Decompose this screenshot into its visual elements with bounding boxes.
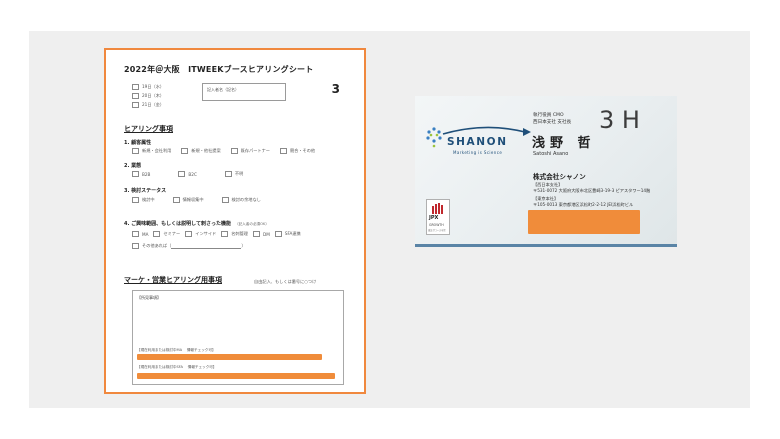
question-4-options: MA セミナー インサイド 名刺管理 DM SFA連携 — [132, 231, 301, 237]
memo-header: 【所見事項】 — [137, 295, 161, 300]
person-name-roman: Satoshi Asano — [533, 151, 569, 157]
checkbox[interactable] — [132, 148, 139, 154]
person-name: 浅野 哲 — [532, 136, 596, 151]
address-tokyo: 〒105-0013 東京都港区浜松町2-2-12 JEI浜松町ビル — [533, 202, 634, 207]
checkbox[interactable] — [181, 148, 189, 154]
checkbox[interactable] — [132, 231, 139, 237]
recorder-name-field[interactable]: 記入者名（記名） — [202, 83, 286, 101]
sheet-number: 3 — [331, 82, 340, 96]
question-4-label: 4. ご興味範囲、もしくは説明して刺さった機能 （記入者の必須OK） — [124, 221, 269, 227]
checkbox[interactable] — [230, 148, 238, 154]
company-name: 株式会社シャノン — [533, 173, 586, 181]
memo-box[interactable]: 【所見事項】 【現在利用または検討中MA 情報チェック可】 【現在利用または検討… — [132, 290, 344, 385]
ma-line-label: 【現在利用または検討中MA 情報チェック可】 — [137, 348, 216, 352]
redaction-bar — [137, 373, 335, 379]
date-checkboxes: 19日（水） 20日（木） 21日（金） — [132, 84, 164, 108]
company-tagline: Marketing is Science — [453, 150, 503, 155]
jpx-badge: JPX GROWTH 東証グロース市場 — [426, 199, 450, 235]
question-1-label: 1. 顧客属性 — [124, 140, 152, 146]
sheet-title: 2022年＠大阪 ITWEEKブースヒアリングシート — [124, 65, 314, 74]
section-marketing-note: 自由記入、もしくは番号に○つけ — [254, 279, 317, 284]
redaction-bar — [137, 354, 322, 360]
checkbox[interactable] — [172, 197, 180, 203]
jpx-logo-icon — [432, 203, 443, 214]
checkbox[interactable] — [221, 231, 229, 237]
jpx-sublabel: GROWTH — [429, 223, 444, 227]
address-osaka: 〒531-0072 大阪府大阪市北区豊崎3-19-3 ピアスタワー14階 — [533, 188, 651, 193]
question-4-other: その他あれば（ ） — [132, 243, 246, 249]
checkbox[interactable] — [132, 197, 139, 203]
company-logo-text: SHANON — [447, 136, 508, 148]
checkbox[interactable] — [132, 243, 139, 249]
section-hearing-title: ヒアリング事項 — [124, 125, 173, 133]
jpx-market-label: 東証グロース市場 — [428, 229, 446, 232]
checkbox[interactable] — [221, 197, 229, 203]
checkbox[interactable] — [224, 171, 232, 177]
checkbox[interactable] — [153, 231, 161, 237]
question-3-label: 3. 検討ステータス — [124, 188, 167, 194]
other-input-line[interactable] — [171, 244, 242, 249]
person-department: 西日本支社 支社長 — [533, 120, 572, 125]
checkbox[interactable] — [185, 231, 193, 237]
hearing-sheet-document[interactable]: 2022年＠大阪 ITWEEKブースヒアリングシート 3 19日（水） 20日（… — [104, 48, 366, 394]
person-title: 執行役員 CMO — [533, 113, 564, 118]
business-card-photo[interactable]: SHANON Marketing is Science 執行役員 CMO 西日本… — [415, 96, 677, 247]
checkbox[interactable] — [132, 84, 139, 90]
checkbox[interactable] — [274, 231, 282, 237]
question-2-options: B2B B2C 不明 — [132, 171, 243, 177]
question-2-label: 2. 業態 — [124, 163, 142, 169]
checkbox[interactable] — [279, 148, 287, 154]
redaction-block — [528, 210, 640, 234]
sfa-line-label: 【現在利用または検討中SFA 情報チェック可】 — [137, 365, 217, 369]
checkbox[interactable] — [132, 102, 139, 108]
checkbox[interactable] — [132, 171, 139, 177]
question-1-options: 新規・会社利用 新規・他社提案 既存パートナー 競合・その他 — [132, 148, 315, 154]
checkbox[interactable] — [132, 93, 139, 99]
question-3-options: 検討中 情報収集中 検討の余地なし — [132, 197, 261, 203]
checkbox[interactable] — [178, 171, 186, 177]
jpx-label: JPX — [429, 215, 439, 221]
handwritten-note: 3 H — [599, 106, 640, 134]
checkbox[interactable] — [252, 231, 260, 237]
section-marketing-title: マーケ・営業ヒアリング用事項 — [124, 276, 222, 284]
